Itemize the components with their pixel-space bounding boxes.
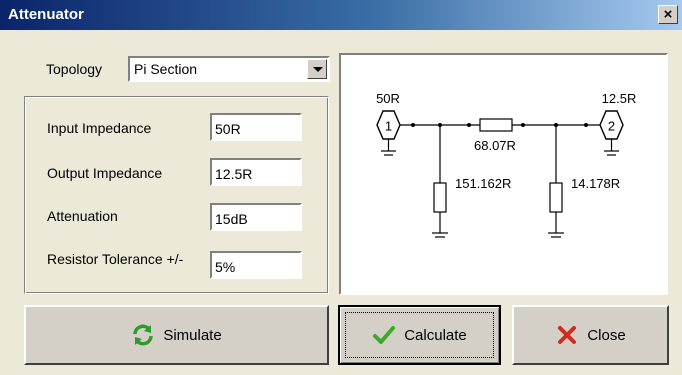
simulate-button[interactable]: Simulate	[24, 305, 329, 365]
output-impedance-annotation: 12.5R	[602, 91, 637, 106]
close-x-icon	[558, 326, 577, 344]
port-1-number: 1	[385, 119, 392, 134]
ground-icon	[604, 139, 619, 156]
window-title: Attenuator	[8, 6, 84, 23]
refresh-icon	[133, 324, 154, 346]
calculate-button[interactable]: Calculate	[338, 305, 501, 365]
chevron-down-icon[interactable]	[307, 59, 327, 79]
shunt-in-resistor-icon	[433, 182, 447, 213]
tolerance-field[interactable]	[210, 251, 302, 279]
title-bar: Attenuator ×	[0, 0, 682, 30]
output-impedance-field[interactable]	[210, 158, 302, 186]
topology-label: Topology	[46, 61, 103, 77]
shunt-out-resistor-value: 14.178R	[571, 176, 620, 191]
output-impedance-label: Output Impedance	[47, 165, 163, 181]
close-label: Close	[587, 326, 626, 344]
window-close-button[interactable]: ×	[658, 5, 678, 24]
port-2-number: 2	[608, 119, 615, 134]
checkmark-icon	[373, 326, 396, 344]
circuit-diagram: 1 50R 2 12.5R 68.07R 151.162R 14.178R	[339, 53, 668, 295]
input-impedance-label: Input Impedance	[47, 120, 152, 136]
shunt-in-resistor-value: 151.162R	[455, 176, 511, 191]
shunt-out-resistor-icon	[549, 182, 563, 213]
series-resistor-icon	[479, 118, 513, 132]
input-impedance-field[interactable]	[210, 113, 302, 141]
topology-select[interactable]: Pi Section	[128, 56, 330, 82]
calculate-label: Calculate	[404, 326, 467, 344]
ground-icon	[381, 139, 396, 156]
input-impedance-annotation: 50R	[376, 91, 400, 106]
series-resistor-value: 68.07R	[474, 138, 516, 153]
attenuation-label: Attenuation	[47, 208, 118, 224]
pi-section-schematic: 1 50R 2 12.5R 68.07R 151.162R 14.178R	[376, 91, 637, 238]
topology-select-value: Pi Section	[134, 61, 198, 77]
close-button[interactable]: Close	[512, 305, 669, 365]
simulate-label: Simulate	[163, 326, 222, 344]
tolerance-label: Resistor Tolerance +/-	[47, 251, 184, 267]
attenuation-field[interactable]	[210, 203, 302, 231]
